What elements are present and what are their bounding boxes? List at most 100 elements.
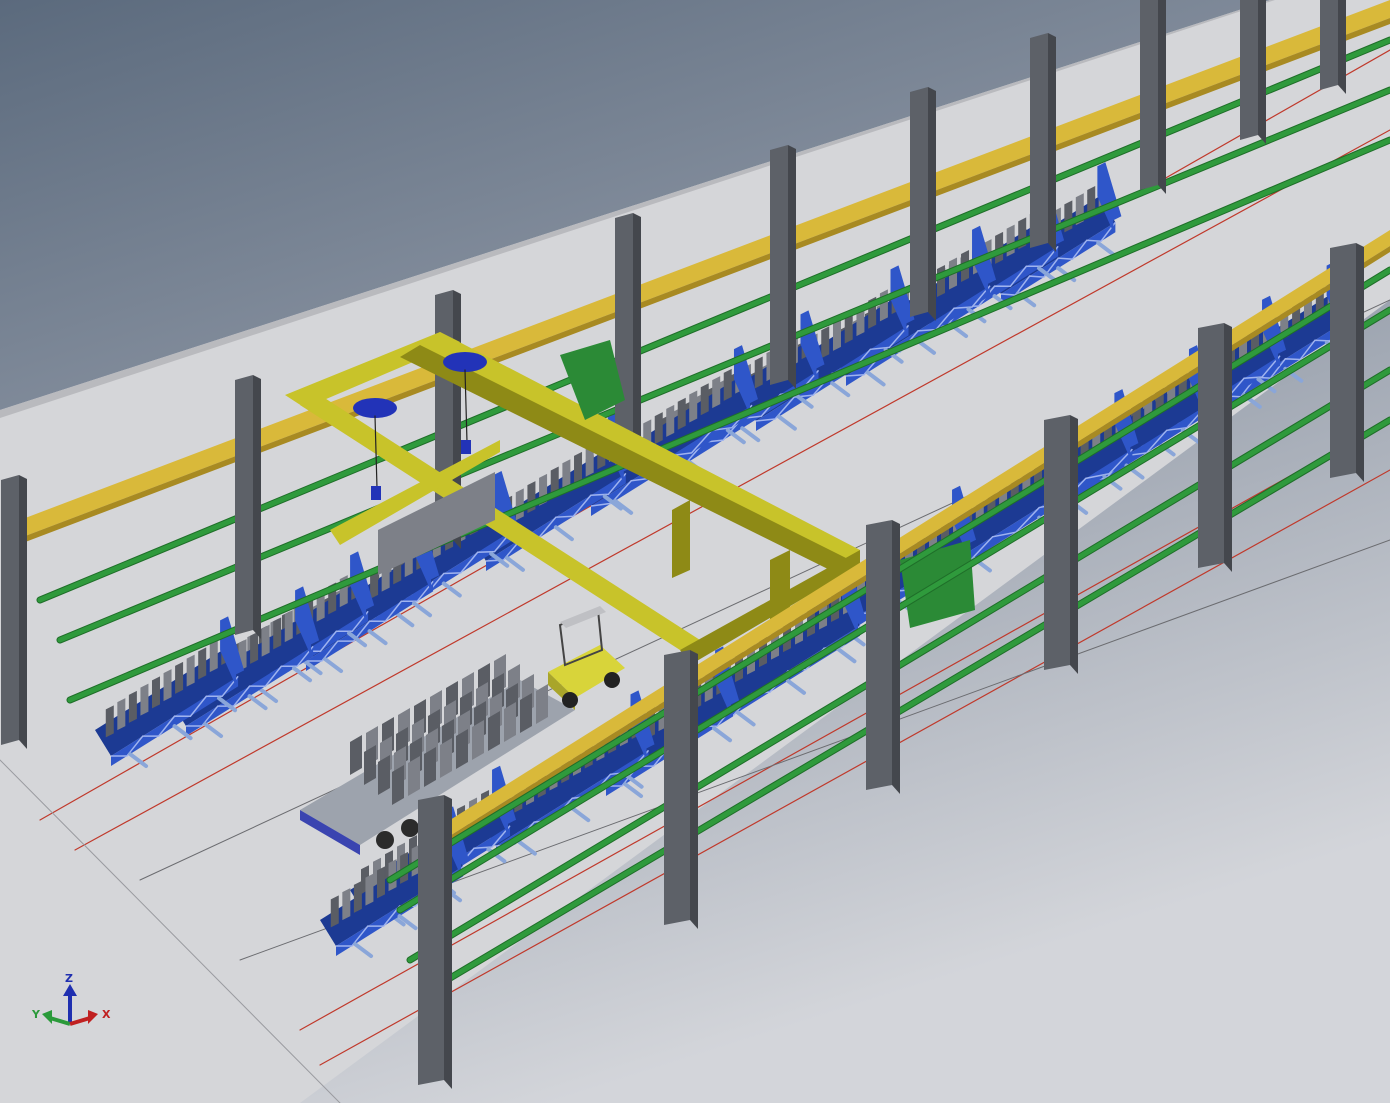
- column-side: [788, 145, 796, 389]
- steel-column: [1320, 0, 1346, 94]
- mold-panel: [376, 866, 385, 899]
- column-face: [418, 795, 444, 1085]
- mold-panel: [128, 690, 137, 723]
- mold-panel: [821, 326, 830, 359]
- mold-panel: [723, 368, 732, 401]
- column-side: [892, 520, 900, 794]
- column-side: [253, 375, 261, 639]
- stacked-panel: [350, 735, 362, 775]
- steel-column: [1240, 0, 1266, 144]
- column-face: [1044, 415, 1070, 670]
- mold-panel: [284, 610, 293, 643]
- column-side: [1070, 415, 1078, 674]
- stacked-panel: [424, 747, 436, 787]
- column-side: [1158, 0, 1166, 194]
- stacked-panel: [488, 711, 500, 751]
- steel-column: [1140, 0, 1166, 194]
- x-axis-label: X: [102, 1008, 111, 1021]
- mold-panel: [365, 873, 374, 906]
- trailer-wheel: [401, 819, 419, 837]
- mold-panel: [937, 265, 946, 298]
- mold-panel: [198, 647, 207, 680]
- mold-panel: [209, 640, 218, 673]
- factory-3d-scene[interactable]: [0, 0, 1390, 1103]
- column-face: [1140, 0, 1158, 190]
- mold-panel: [261, 624, 270, 657]
- column-face: [664, 650, 690, 925]
- mold-panel: [273, 617, 282, 650]
- column-side: [1258, 0, 1266, 144]
- mold-panel: [832, 318, 841, 351]
- axis-triad-icon: Z Y X: [31, 972, 111, 1026]
- column-face: [1330, 243, 1356, 478]
- column-face: [910, 87, 928, 317]
- mold-panel: [677, 397, 686, 430]
- stacked-panel: [536, 684, 548, 724]
- gantry-leg-1: [672, 500, 690, 578]
- hoist-hook: [461, 440, 471, 454]
- column-side: [1356, 243, 1364, 482]
- steel-column: [866, 520, 900, 794]
- steel-column: [1044, 415, 1078, 674]
- stacked-panel: [364, 745, 376, 785]
- mold-panel: [140, 683, 149, 716]
- mold-panel: [754, 356, 763, 389]
- steel-column: [1030, 33, 1056, 252]
- y-axis-label: Y: [31, 1008, 41, 1021]
- column-side: [1048, 33, 1056, 252]
- mold-panel: [1006, 224, 1015, 257]
- column-face: [1030, 33, 1048, 248]
- stacked-panel: [520, 693, 532, 733]
- steel-column: [235, 375, 261, 639]
- steel-column: [770, 145, 796, 389]
- column-face: [1320, 0, 1338, 90]
- stacked-panel: [472, 720, 484, 760]
- steel-column: [910, 87, 936, 321]
- forklift-wheel: [562, 692, 578, 708]
- hoist-drum: [353, 398, 397, 418]
- hoist-drum: [443, 352, 487, 372]
- column-face: [235, 375, 253, 635]
- forklift-wheel: [604, 672, 620, 688]
- steel-column: [1330, 243, 1364, 482]
- mold-panel: [712, 376, 721, 409]
- mold-panel: [654, 412, 663, 445]
- mold-panel: [163, 669, 172, 702]
- column-side: [19, 475, 27, 749]
- stacked-panel: [392, 765, 404, 805]
- column-side: [444, 795, 452, 1089]
- stacked-panel: [456, 729, 468, 769]
- mold-panel: [117, 698, 126, 731]
- column-face: [1198, 323, 1224, 568]
- z-axis-label: Z: [65, 972, 73, 985]
- column-face: [866, 520, 892, 790]
- steel-column: [1198, 323, 1232, 572]
- steel-column: [664, 650, 698, 929]
- trailer-wheel: [376, 831, 394, 849]
- mold-panel: [151, 676, 160, 709]
- mold-panel: [105, 705, 114, 738]
- stacked-panel: [504, 702, 516, 742]
- column-side: [633, 213, 641, 467]
- mold-panel: [879, 289, 888, 322]
- stacked-panel: [408, 756, 420, 796]
- mold-panel: [186, 654, 195, 687]
- column-face: [1240, 0, 1258, 140]
- column-face: [1, 475, 19, 745]
- cad-viewport[interactable]: Z Y X: [0, 0, 1390, 1103]
- column-side: [928, 87, 936, 321]
- mold-panel: [666, 404, 675, 437]
- hoist-hook: [371, 486, 381, 500]
- mold-panel: [574, 451, 583, 484]
- mold-panel: [175, 661, 184, 694]
- mold-panel: [250, 631, 259, 664]
- column-side: [1338, 0, 1346, 94]
- mold-panel: [342, 888, 351, 921]
- steel-column: [418, 795, 452, 1089]
- column-side: [1224, 323, 1232, 572]
- steel-column: [1, 475, 27, 749]
- mold-panel: [700, 383, 709, 416]
- stacked-panel: [378, 755, 390, 795]
- mold-panel: [353, 880, 362, 913]
- column-side: [690, 650, 698, 929]
